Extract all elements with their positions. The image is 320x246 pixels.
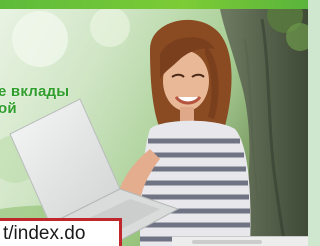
address-bar-highlight[interactable]: t/index.do <box>0 218 122 246</box>
promo-headline: е вклады ой <box>0 83 69 117</box>
bottom-browser-tab[interactable] <box>172 236 308 246</box>
address-bar-url[interactable]: t/index.do <box>3 223 85 245</box>
promo-banner[interactable]: е вклады ой <box>0 9 308 246</box>
promo-line-2: ой <box>0 100 17 117</box>
promo-line-1: е вклады <box>0 83 70 100</box>
promo-photo <box>0 9 308 246</box>
tab-label-placeholder <box>192 240 262 244</box>
screenshot-frame: е вклады ой t/index.do <box>0 0 308 246</box>
site-header-strip <box>0 0 308 9</box>
